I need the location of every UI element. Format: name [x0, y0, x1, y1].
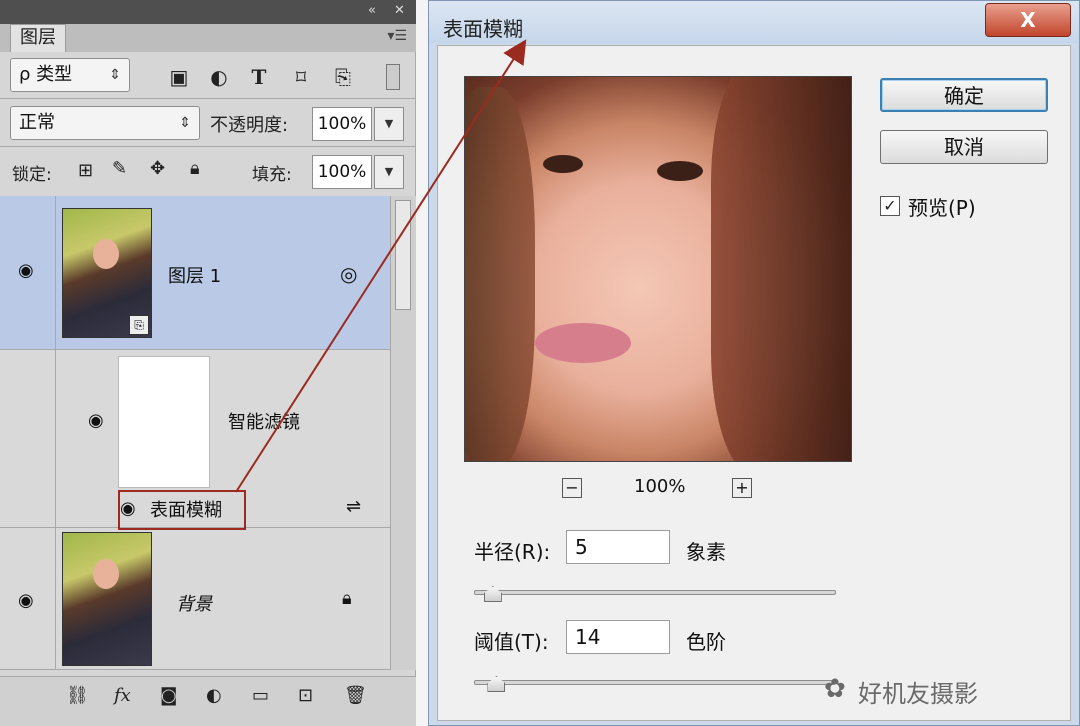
filter-type-select[interactable]: ρ 类型 ⇕	[10, 58, 130, 92]
fill-input[interactable]: 100%	[312, 155, 372, 189]
adjustment-filter-icon[interactable]: ◐	[206, 64, 232, 90]
layer-name[interactable]: 背景	[176, 590, 212, 616]
blend-mode-select[interactable]: 正常 ⇕	[10, 106, 200, 140]
layer-row-background[interactable]: ◉ 背景 🔒︎	[0, 528, 390, 670]
visibility-column: ◉	[0, 528, 56, 669]
lock-paint-icon[interactable]: ✎	[112, 158, 127, 179]
fill-dropdown-button[interactable]: ▼	[374, 155, 404, 189]
layers-panel: « ✕ 图层 ▾☰ ρ 类型 ⇕ ▣ ◐ T ⌑ ⎘ 正常 ⇕ 不透明度: 10…	[0, 0, 416, 726]
preview-checkbox-label: 预览(P)	[908, 196, 976, 220]
lock-position-icon[interactable]: ✥	[150, 158, 165, 179]
filter-toggle-switch[interactable]	[386, 64, 400, 90]
opacity-label: 不透明度:	[210, 115, 289, 136]
select-arrows-icon: ⇕	[109, 67, 121, 83]
filter-type-label: ρ 类型	[19, 64, 73, 85]
ok-button[interactable]: 确定	[880, 78, 1048, 112]
threshold-slider-thumb[interactable]	[487, 676, 506, 692]
lock-icon[interactable]: 🔒︎	[342, 588, 352, 609]
preview-hair-right	[711, 77, 851, 461]
eye-icon[interactable]: ◉	[18, 592, 40, 610]
dialog-body: − 100% + 确定 取消 ✓ 预览(P) 半径(R): 5 象素 阈值(T)…	[437, 45, 1071, 721]
dialog-titlebar[interactable]: 表面模糊 X	[429, 1, 1079, 43]
threshold-slider-track[interactable]	[474, 680, 836, 685]
smart-object-filter-icon[interactable]: ⎘	[330, 64, 356, 90]
delete-layer-icon[interactable]: 🗑︎	[344, 685, 367, 706]
link-layers-icon[interactable]: ⛓	[66, 685, 89, 706]
preview-image[interactable]	[464, 76, 852, 462]
layer-thumbnail[interactable]: ⎘	[62, 208, 152, 338]
layers-list: ◉ ⎘ 图层 1 ◎ ◉ 智能滤镜 ◉ 表面模糊 ⇌ ◉ 背景 🔒︎	[0, 196, 390, 670]
thumbnail-face	[93, 559, 119, 589]
layers-scrollbar[interactable]	[390, 196, 416, 670]
wechat-icon: ✿	[824, 674, 846, 704]
add-mask-icon[interactable]: ◙	[160, 685, 177, 706]
preview-lips	[535, 323, 631, 363]
blend-mode-label: 正常	[19, 112, 55, 133]
lock-transparent-icon[interactable]: ⊞	[78, 160, 93, 181]
preview-checkbox[interactable]: ✓	[880, 196, 900, 216]
screenshot-root: « ✕ 图层 ▾☰ ρ 类型 ⇕ ▣ ◐ T ⌑ ⎘ 正常 ⇕ 不透明度: 10…	[0, 0, 1080, 726]
adjustment-layer-icon[interactable]: ◐	[206, 685, 222, 706]
watermark-text: 好机友摄影	[858, 680, 978, 708]
close-button[interactable]: X	[985, 3, 1071, 37]
layer-name[interactable]: 智能滤镜	[228, 408, 300, 434]
shape-filter-icon[interactable]: ⌑	[288, 64, 314, 90]
filter-highlight-box	[118, 490, 246, 530]
cancel-button[interactable]: 取消	[880, 130, 1048, 164]
close-icon[interactable]: ✕	[394, 3, 405, 18]
pixel-filter-icon[interactable]: ▣	[166, 64, 192, 90]
divider	[0, 146, 416, 147]
smart-object-icon: ⎘	[129, 315, 149, 335]
visibility-column: ◉	[0, 196, 56, 349]
new-group-icon[interactable]: ▭	[252, 685, 269, 706]
preview-hair-left	[465, 87, 535, 461]
preview-eye-right	[657, 161, 703, 181]
zoom-level: 100%	[634, 476, 686, 497]
layer-thumbnail[interactable]	[62, 532, 152, 666]
lock-label: 锁定:	[12, 165, 52, 185]
type-filter-icon[interactable]: T	[246, 64, 272, 90]
divider	[0, 98, 416, 99]
filter-options-icon[interactable]: ⇌	[346, 496, 361, 517]
panel-topbar: « ✕	[0, 0, 416, 24]
threshold-input[interactable]: 14	[566, 620, 670, 654]
surface-blur-dialog: 表面模糊 X − 100% + 确定 取消 ✓ 预览(P) 半径(R): 5 象…	[428, 0, 1080, 726]
eye-icon[interactable]: ◉	[18, 262, 40, 280]
radius-slider-thumb[interactable]	[483, 586, 502, 602]
opacity-input[interactable]: 100%	[312, 107, 372, 141]
fill-label: 填充:	[252, 165, 292, 185]
smart-filter-badge-icon[interactable]: ◎	[340, 262, 357, 286]
panel-menu-icon[interactable]: ▾☰	[387, 28, 407, 44]
threshold-label: 阈值(T):	[474, 630, 549, 654]
eye-icon[interactable]: ◉	[88, 412, 110, 430]
layer-row-layer1[interactable]: ◉ ⎘ 图层 1 ◎	[0, 196, 390, 350]
select-arrows-icon: ⇕	[179, 115, 191, 131]
filter-mask-thumbnail[interactable]	[118, 356, 210, 488]
new-layer-icon[interactable]: ⊡	[298, 685, 313, 706]
zoom-in-button[interactable]: +	[732, 478, 752, 498]
radius-input[interactable]: 5	[566, 530, 670, 564]
tab-layers[interactable]: 图层	[10, 24, 66, 52]
radius-unit: 象素	[686, 540, 726, 564]
layers-bottom-toolbar: ⛓ fx ◙ ◐ ▭ ⊡ 🗑︎	[0, 676, 416, 726]
collapse-icon[interactable]: «	[368, 3, 376, 18]
fx-icon[interactable]: fx	[114, 685, 131, 706]
lock-all-icon[interactable]: 🔒︎	[190, 158, 200, 179]
radius-slider-track[interactable]	[474, 590, 836, 595]
visibility-column	[0, 350, 56, 527]
preview-eye-left	[543, 155, 583, 173]
opacity-dropdown-button[interactable]: ▼	[374, 107, 404, 141]
layer-name[interactable]: 图层 1	[168, 262, 221, 288]
dialog-title: 表面模糊	[443, 17, 523, 41]
scrollbar-thumb[interactable]	[395, 200, 411, 310]
zoom-out-button[interactable]: −	[562, 478, 582, 498]
thumbnail-face	[93, 239, 119, 269]
radius-label: 半径(R):	[474, 540, 551, 564]
threshold-unit: 色阶	[686, 630, 726, 654]
